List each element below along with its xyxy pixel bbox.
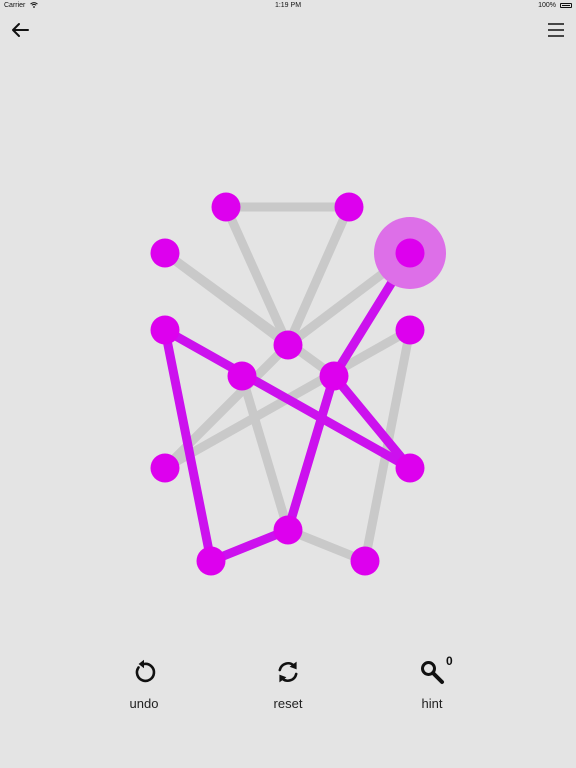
puzzle-node[interactable] bbox=[150, 238, 180, 268]
puzzle-node[interactable] bbox=[273, 515, 303, 545]
unused-edge bbox=[160, 248, 339, 381]
puzzle-node[interactable] bbox=[150, 315, 180, 345]
puzzle-node[interactable] bbox=[196, 546, 226, 576]
puzzle-board[interactable] bbox=[0, 0, 576, 768]
hint-label: hint bbox=[421, 696, 443, 711]
puzzle-node[interactable] bbox=[395, 238, 425, 268]
puzzle-node[interactable] bbox=[350, 546, 380, 576]
puzzle-node[interactable] bbox=[334, 192, 364, 222]
undo-icon bbox=[135, 659, 156, 683]
reset-label: reset bbox=[273, 696, 303, 711]
magnifier-icon bbox=[421, 661, 444, 684]
game-screen: Carrier 1:19 PM 100% undo reset 0 hint bbox=[0, 0, 576, 768]
puzzle-node[interactable] bbox=[211, 192, 241, 222]
reset-button[interactable]: reset bbox=[248, 658, 328, 718]
puzzle-node[interactable] bbox=[319, 361, 349, 391]
puzzle-node[interactable] bbox=[395, 315, 425, 345]
puzzle-node[interactable] bbox=[227, 361, 257, 391]
puzzle-node[interactable] bbox=[395, 453, 425, 483]
hint-button[interactable]: 0 hint bbox=[392, 654, 472, 718]
undo-label: undo bbox=[129, 696, 159, 711]
hint-count-badge: 0 bbox=[446, 654, 453, 668]
puzzle-node[interactable] bbox=[273, 330, 303, 360]
undo-button[interactable]: undo bbox=[104, 658, 184, 718]
puzzle-node[interactable] bbox=[150, 453, 180, 483]
reset-icon bbox=[278, 661, 298, 683]
